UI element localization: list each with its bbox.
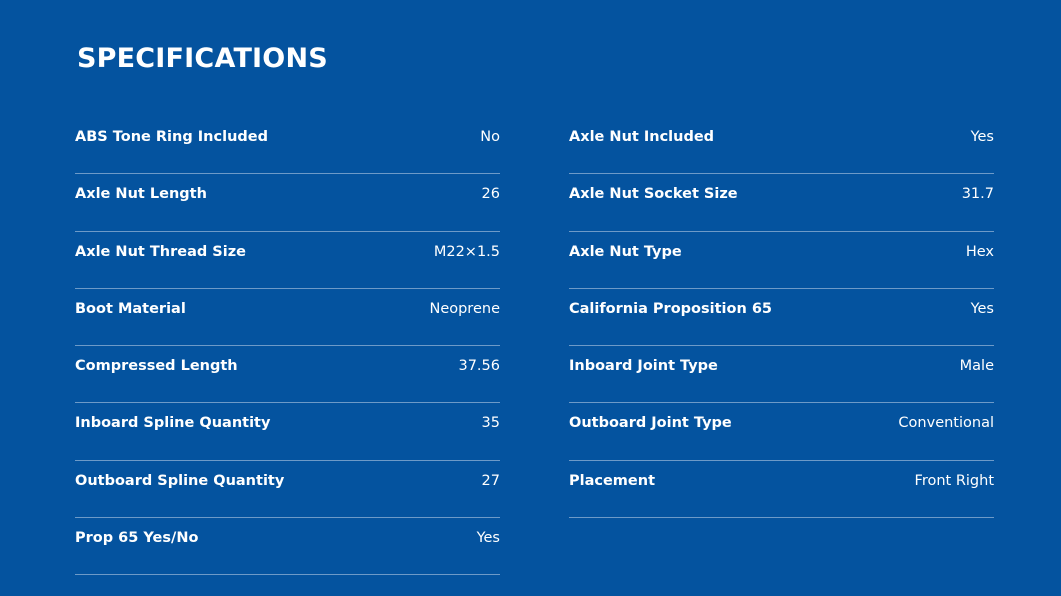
spec-value: 27 xyxy=(481,472,500,489)
spec-label: California Proposition 65 xyxy=(569,300,773,317)
spec-label: Axle Nut Thread Size xyxy=(75,243,246,260)
specs-column-right: Axle Nut Included Yes Axle Nut Socket Si… xyxy=(569,117,994,519)
spec-label: Outboard Spline Quantity xyxy=(75,472,285,489)
spec-label: Inboard Joint Type xyxy=(569,358,718,375)
spec-value: 26 xyxy=(481,186,500,203)
spec-row: Axle Nut Included Yes xyxy=(569,117,994,175)
page-title: SPECIFICATIONS xyxy=(77,43,328,74)
spec-value: 37.56 xyxy=(458,358,500,375)
spec-row: Outboard Joint Type Conventional xyxy=(569,403,994,461)
spec-label: Axle Nut Included xyxy=(569,129,715,145)
spec-row: Axle Nut Thread Size M22×1.5 xyxy=(75,232,500,289)
spec-row: Boot Material Neoprene xyxy=(75,289,500,347)
spec-label: Axle Nut Socket Size xyxy=(569,186,738,203)
spec-label: Compressed Length xyxy=(75,358,238,375)
spec-row: ABS Tone Ring Included No xyxy=(75,117,500,175)
spec-row: Outboard Spline Quantity 27 xyxy=(75,461,500,519)
specs-column-left: ABS Tone Ring Included No Axle Nut Lengt… xyxy=(75,117,500,576)
spec-label: Outboard Joint Type xyxy=(569,415,732,432)
spec-value: Conventional xyxy=(898,415,994,432)
spec-row: Placement Front Right xyxy=(569,461,994,519)
spec-value: Yes xyxy=(970,300,994,317)
spec-value: No xyxy=(480,129,500,145)
spec-row: Prop 65 Yes/No Yes xyxy=(75,518,500,576)
spec-row: Compressed Length 37.56 xyxy=(75,346,500,404)
spec-row: California Proposition 65 Yes xyxy=(569,289,994,347)
spec-value: 35 xyxy=(481,415,500,432)
spec-value: Hex xyxy=(965,243,994,260)
spec-label: Placement xyxy=(569,472,656,489)
spec-row: Inboard Joint Type Male xyxy=(569,346,994,404)
spec-value: Male xyxy=(959,358,994,375)
spec-value: M22×1.5 xyxy=(433,243,500,260)
spec-row: Inboard Spline Quantity 35 xyxy=(75,403,500,461)
spec-value: 31.7 xyxy=(961,186,994,203)
spec-value: Front Right xyxy=(914,472,994,489)
spec-value: Neoprene xyxy=(429,300,500,317)
spec-value: Yes xyxy=(476,530,500,547)
spec-row: Axle Nut Length 26 xyxy=(75,174,500,232)
spec-label: Prop 65 Yes/No xyxy=(75,530,199,547)
spec-row: Axle Nut Type Hex xyxy=(569,232,994,289)
spec-value: Yes xyxy=(970,129,994,145)
spec-label: Inboard Spline Quantity xyxy=(75,415,271,432)
spec-label: Axle Nut Length xyxy=(75,186,207,203)
spec-label: Boot Material xyxy=(75,300,186,317)
spec-label: Axle Nut Type xyxy=(569,243,682,260)
spec-row: Axle Nut Socket Size 31.7 xyxy=(569,174,994,232)
spec-label: ABS Tone Ring Included xyxy=(75,129,268,145)
